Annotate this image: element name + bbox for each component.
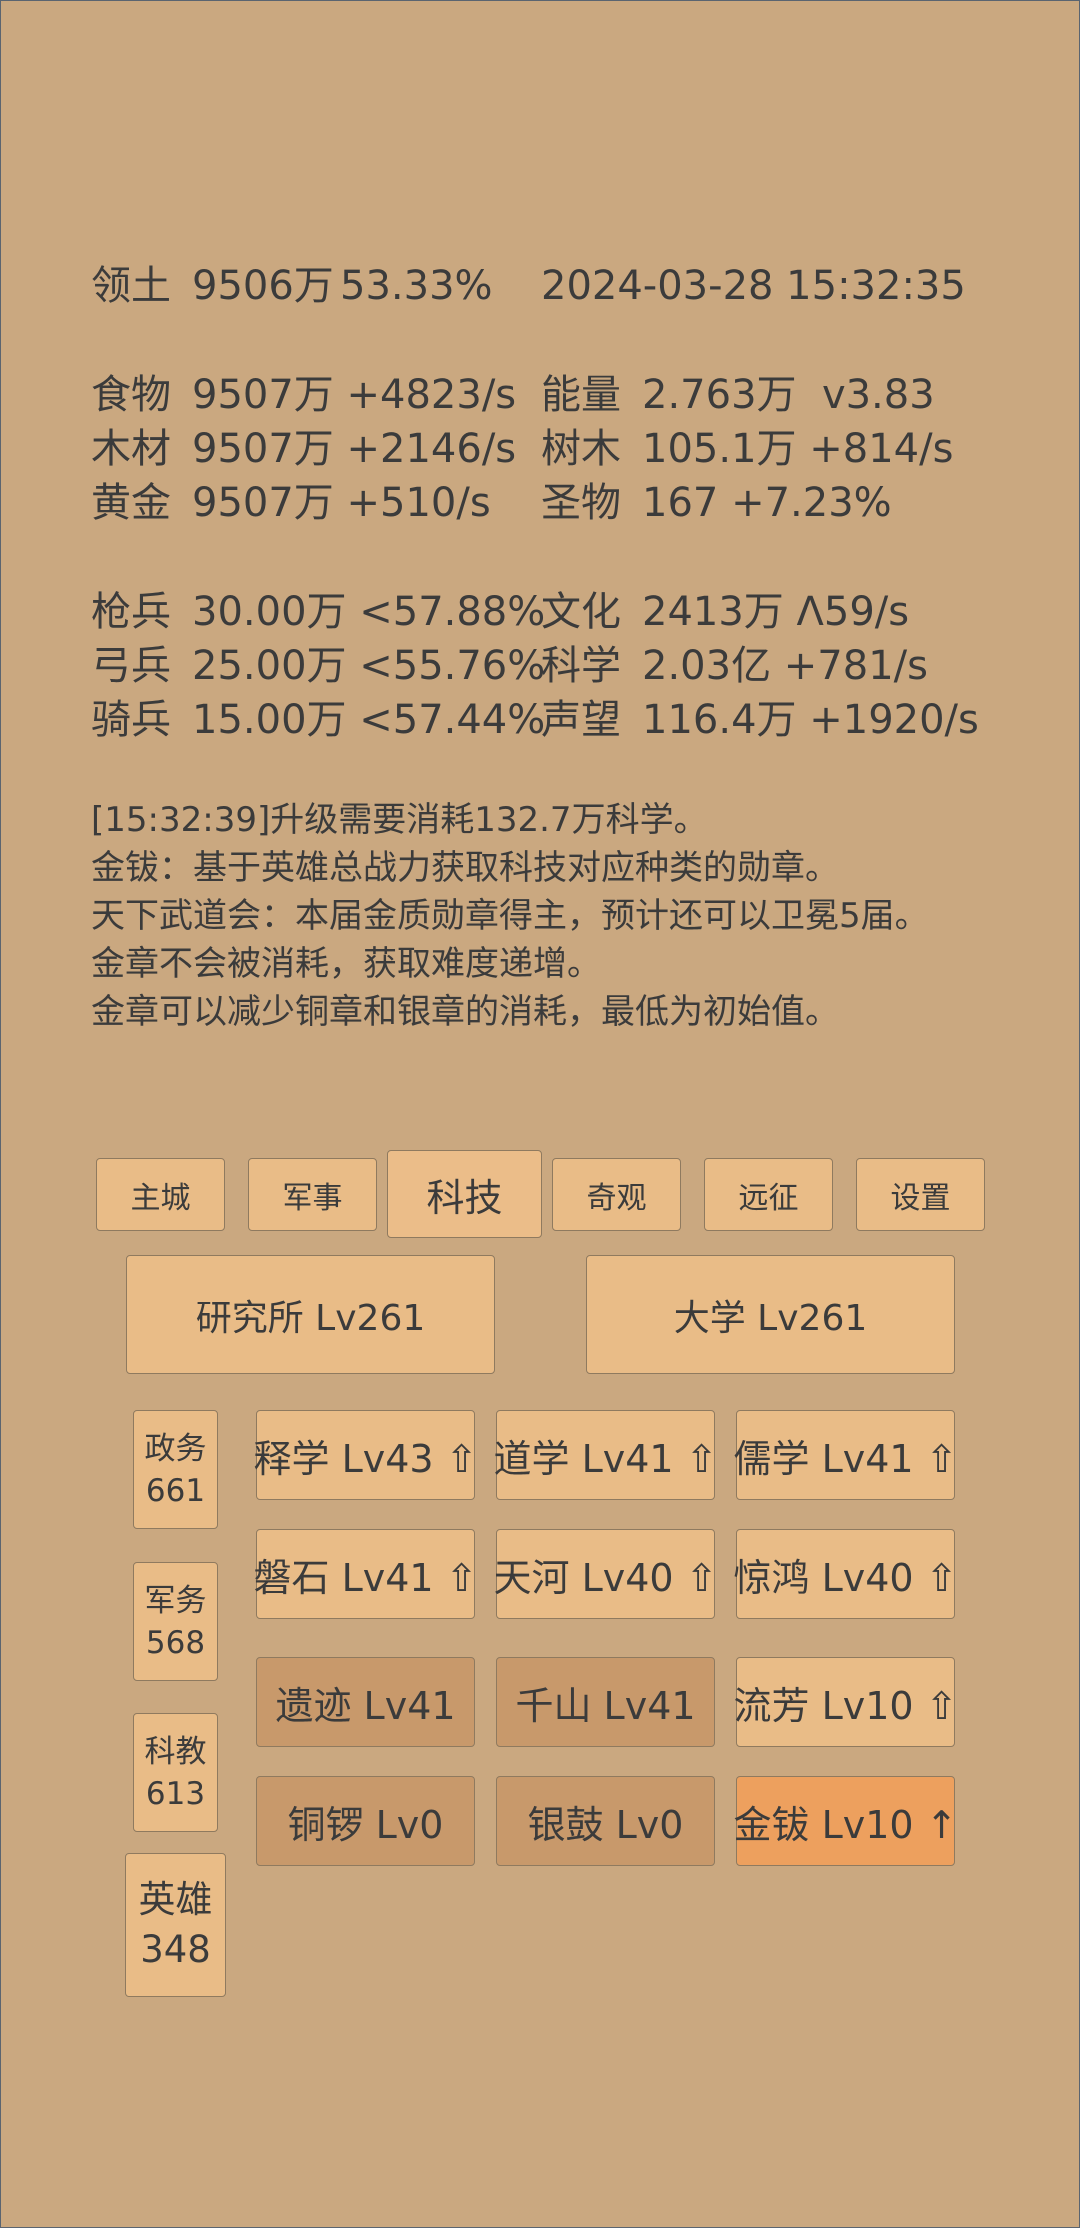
tab-technology[interactable]: 科技 bbox=[387, 1150, 542, 1238]
university-button[interactable]: 大学 Lv261 bbox=[586, 1255, 955, 1374]
energy-value: 2.763万 v3.83 bbox=[642, 372, 935, 418]
wood-label: 木材 bbox=[91, 426, 171, 472]
datetime: 2024-03-28 15:32:35 bbox=[541, 263, 966, 309]
tech-bedrock-button[interactable]: 磐石 Lv41 ⇧ bbox=[254, 1529, 478, 1619]
trees-label: 树木 bbox=[541, 426, 621, 472]
tech-taoism-button[interactable]: 道学 Lv41 ⇧ bbox=[494, 1410, 718, 1500]
log-line: [15:32:39]升级需要消耗132.7万科学。 bbox=[91, 800, 708, 840]
spear-value: 30.00万 <57.88% bbox=[192, 589, 546, 635]
territory-value: 9506万 bbox=[192, 263, 334, 309]
military-affairs-value: 568 bbox=[145, 1624, 206, 1661]
politics-value: 661 bbox=[145, 1472, 206, 1509]
log-line: 金钹：基于英雄总战力获取科技对应种类的勋章。 bbox=[91, 848, 839, 888]
culture-value: 2413万 Λ59/s bbox=[642, 589, 910, 635]
politics-label: 政务 bbox=[144, 1430, 207, 1467]
heroes-button[interactable]: 英雄 348 bbox=[125, 1853, 226, 1997]
tech-legacy-button[interactable]: 流芳 Lv10 ⇧ bbox=[734, 1657, 958, 1747]
food-label: 食物 bbox=[91, 372, 171, 418]
tech-confucianism-button[interactable]: 儒学 Lv41 ⇧ bbox=[734, 1410, 958, 1500]
institute-button[interactable]: 研究所 Lv261 bbox=[126, 1255, 495, 1374]
science-label: 科学 bbox=[541, 643, 621, 689]
tech-buddhism-button[interactable]: 释学 Lv43 ⇧ bbox=[254, 1410, 478, 1500]
tech-ruins-button[interactable]: 遗迹 Lv41 bbox=[256, 1657, 475, 1747]
log-line: 金章可以减少铜章和银章的消耗，最低为初始值。 bbox=[91, 992, 839, 1032]
tab-main-city[interactable]: 主城 bbox=[96, 1158, 225, 1231]
tab-military[interactable]: 军事 bbox=[248, 1158, 377, 1231]
tech-silver-drum-button[interactable]: 银鼓 Lv0 bbox=[496, 1776, 715, 1866]
tech-gold-cymbal-button[interactable]: 金钹 Lv10 ↑ bbox=[734, 1776, 958, 1866]
spear-label: 枪兵 bbox=[91, 589, 171, 635]
relics-label: 圣物 bbox=[541, 480, 621, 526]
territory-label: 领土 bbox=[91, 263, 171, 309]
tab-settings[interactable]: 设置 bbox=[856, 1158, 985, 1231]
heroes-value: 348 bbox=[140, 1928, 211, 1971]
education-label: 科教 bbox=[144, 1733, 207, 1770]
cavalry-label: 骑兵 bbox=[91, 697, 171, 743]
log-line: 天下武道会：本届金质勋章得主，预计还可以卫冕5届。 bbox=[91, 896, 929, 936]
culture-label: 文化 bbox=[541, 589, 621, 635]
science-value: 2.03亿 +781/s bbox=[642, 643, 928, 689]
relics-value: 167 +7.23% bbox=[642, 480, 892, 526]
tech-milky-way-button[interactable]: 天河 Lv40 ⇧ bbox=[494, 1529, 718, 1619]
message-log: [15:32:39]升级需要消耗132.7万科学。 金钹：基于英雄总战力获取科技… bbox=[91, 796, 929, 1036]
energy-label: 能量 bbox=[541, 372, 621, 418]
tech-copper-gong-button[interactable]: 铜锣 Lv0 bbox=[256, 1776, 475, 1866]
gold-label: 黄金 bbox=[91, 480, 171, 526]
heroes-label: 英雄 bbox=[138, 1878, 213, 1921]
tab-wonders[interactable]: 奇观 bbox=[552, 1158, 681, 1231]
trees-value: 105.1万 +814/s bbox=[642, 426, 954, 472]
prestige-value: 116.4万 +1920/s bbox=[642, 697, 979, 743]
game-screen: 领土 9506万 53.33% 2024-03-28 15:32:35 食物 9… bbox=[0, 0, 1080, 2228]
tech-thousand-mountains-button[interactable]: 千山 Lv41 bbox=[496, 1657, 715, 1747]
archer-label: 弓兵 bbox=[91, 643, 171, 689]
politics-button[interactable]: 政务 661 bbox=[133, 1410, 218, 1529]
tech-swan-button[interactable]: 惊鸿 Lv40 ⇧ bbox=[734, 1529, 958, 1619]
education-value: 613 bbox=[145, 1775, 206, 1812]
prestige-label: 声望 bbox=[541, 697, 621, 743]
territory-percent: 53.33% bbox=[340, 263, 493, 309]
education-button[interactable]: 科教 613 bbox=[133, 1713, 218, 1832]
military-affairs-label: 军务 bbox=[144, 1582, 207, 1619]
military-affairs-button[interactable]: 军务 568 bbox=[133, 1562, 218, 1681]
food-value: 9507万 +4823/s bbox=[192, 372, 517, 418]
gold-value: 9507万 +510/s bbox=[192, 480, 491, 526]
cavalry-value: 15.00万 <57.44% bbox=[192, 697, 546, 743]
archer-value: 25.00万 <55.76% bbox=[192, 643, 546, 689]
wood-value: 9507万 +2146/s bbox=[192, 426, 517, 472]
tab-expedition[interactable]: 远征 bbox=[704, 1158, 833, 1231]
log-line: 金章不会被消耗，获取难度递增。 bbox=[91, 944, 601, 984]
